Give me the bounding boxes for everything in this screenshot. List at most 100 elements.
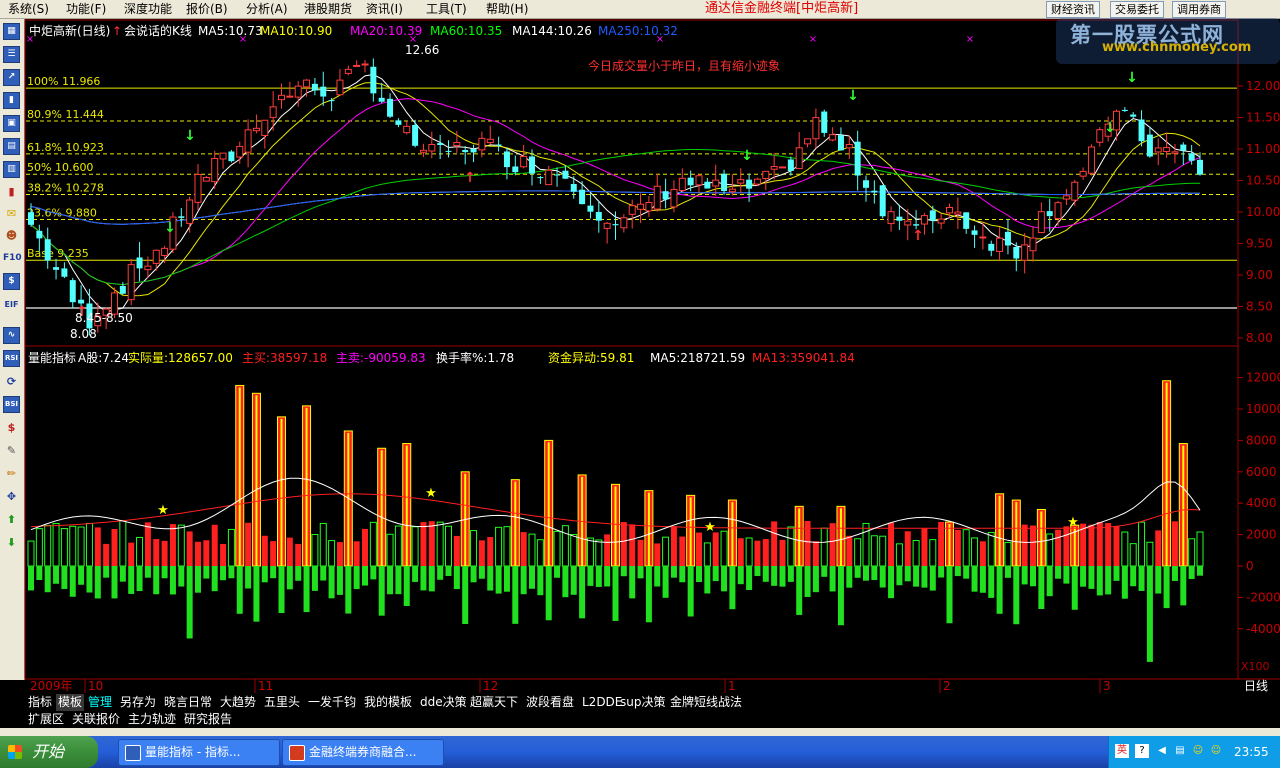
volume-bar <box>44 524 52 567</box>
tab-save-as[interactable]: 另存为 <box>120 694 156 711</box>
candle-body-down <box>579 189 586 205</box>
volume-bar <box>737 538 744 566</box>
price-tick-label: 10.00 <box>1246 205 1280 219</box>
tab-main-track[interactable]: 主力轨迹 <box>128 711 176 728</box>
tab-manage[interactable]: 管理 <box>88 694 112 711</box>
tab-trend[interactable]: 大趋势 <box>220 694 256 711</box>
volume-bar-core <box>647 492 650 566</box>
sell-volume-bar <box>737 566 744 585</box>
chart-canvas[interactable]: 100% 11.966 80.9% 11.444 61.8% 10.923 50% 1… <box>0 0 1280 768</box>
speaker-icon[interactable]: ◀ <box>1155 744 1169 758</box>
tab-template[interactable]: 模板 <box>56 694 85 711</box>
candle-body-down <box>311 83 318 91</box>
a-share-label: A股:7.24 <box>78 351 129 365</box>
main-buy-label: 主买:38597.18 <box>242 351 327 365</box>
candle-body-down <box>437 143 444 145</box>
volume-bar <box>186 531 193 566</box>
tab-related-quote[interactable]: 关联报价 <box>72 711 120 728</box>
candle-body-down <box>1004 231 1011 246</box>
candle-body-up <box>795 147 803 170</box>
volume-bar-core <box>547 442 550 566</box>
volume-tick-label: -2000 <box>1246 590 1280 604</box>
input-method-icon[interactable]: 英 <box>1115 744 1129 758</box>
candle-body-down <box>495 144 502 146</box>
candle-body-up <box>1062 195 1070 200</box>
tab-five-mile[interactable]: 五里头 <box>264 694 300 711</box>
sell-volume-bar <box>779 566 786 587</box>
candle-body-down <box>704 181 711 189</box>
candle-body-up <box>845 143 853 149</box>
candle-body-down <box>687 177 694 186</box>
sell-volume-bar <box>579 566 586 619</box>
tab-daily[interactable]: 晓言日常 <box>164 694 212 711</box>
volume-bar-core <box>839 508 842 566</box>
tab-extension[interactable]: 扩展区 <box>28 711 64 728</box>
month-label: 2 <box>943 679 951 693</box>
candle-body-down <box>1188 153 1195 161</box>
sell-volume-bar <box>44 566 51 593</box>
candle-body-up <box>1071 181 1079 201</box>
sell-volume-bar <box>1071 566 1078 610</box>
candle-body-down <box>537 177 544 179</box>
candle-body-down <box>503 151 510 168</box>
volume-bar <box>445 525 452 567</box>
sell-volume-bar <box>78 566 85 585</box>
candle-body-up <box>336 79 344 96</box>
candle-body-up <box>186 199 194 224</box>
candle-body-down <box>512 166 519 173</box>
sell-volume-bar <box>545 566 552 621</box>
help-icon[interactable]: ? <box>1135 744 1149 758</box>
fib-label: 100% 11.966 <box>27 75 100 88</box>
sell-volume-bar <box>971 566 978 592</box>
volume-bar <box>27 540 35 567</box>
tab-wave[interactable]: 波段看盘 <box>526 694 574 711</box>
volume-bar <box>195 541 201 566</box>
tab-indicator[interactable]: 指标 <box>28 694 52 711</box>
candle-body-down <box>562 170 569 179</box>
sell-volume-bar <box>353 566 360 590</box>
tab-research[interactable]: 研究报告 <box>184 711 232 728</box>
tab-sup-decision[interactable]: sup决策 <box>620 694 665 711</box>
sell-volume-bar <box>412 566 419 582</box>
price-axis: 12.00 11.50 11.00 10.50 10.00 9.50 9.00 8.50 8.0… <box>1238 79 1280 345</box>
candle-body-down <box>69 280 76 303</box>
candle-body-up <box>628 205 636 215</box>
qq-alt-icon[interactable]: ☺ <box>1209 744 1223 758</box>
candle-body-up <box>419 149 427 153</box>
volume-bar <box>428 521 435 566</box>
volume-bar <box>362 528 368 566</box>
qq-icon[interactable]: ☺ <box>1191 744 1205 758</box>
candle-body-down <box>787 159 794 171</box>
tab-gold-short[interactable]: 金牌短线战法 <box>670 694 742 711</box>
taskbar-window-terminal[interactable]: 金融终端券商融合... <box>282 739 444 766</box>
sell-volume-bar <box>195 566 201 593</box>
tab-dde-decision[interactable]: dde决策 <box>420 694 467 711</box>
tab-my-template[interactable]: 我的模板 <box>364 694 412 711</box>
status-strip <box>0 728 1280 736</box>
tab-l2dde[interactable]: L2DDE <box>582 694 622 711</box>
volume-bar <box>679 536 686 566</box>
taskbar: 开始 量能指标 - 指标... 金融终端券商融合... 英 ? ◀ ▤ ☺ ☺ … <box>0 736 1280 768</box>
taskbar-window-indicator[interactable]: 量能指标 - 指标... <box>118 739 280 766</box>
date-axis: 2009年 10 11 12 1 2 3 日线 <box>30 679 1268 693</box>
candle-body-down <box>44 239 51 261</box>
tab-super-win[interactable]: 超赢天下 <box>470 694 518 711</box>
candle-body-down <box>554 174 561 176</box>
start-label: 开始 <box>32 742 65 761</box>
network-icon[interactable]: ▤ <box>1173 744 1187 758</box>
cross-marker-icon: × <box>809 34 817 45</box>
tab-critical[interactable]: 一发千钧 <box>308 694 356 711</box>
month-label: 12 <box>483 679 498 693</box>
volume-bar <box>103 543 110 566</box>
candle-body-up <box>695 175 703 186</box>
volume-tick-label: 12000 <box>1246 371 1280 385</box>
sell-signal-arrow-icon: ↑ <box>464 170 476 186</box>
volume-bar <box>161 540 168 566</box>
start-button[interactable]: 开始 <box>0 736 98 768</box>
candle-body-up <box>812 117 820 140</box>
volume-bar-core <box>1073 527 1076 566</box>
volume-bar <box>1063 526 1070 566</box>
price-tick-label: 8.00 <box>1246 331 1273 345</box>
candle-body-down <box>929 210 936 221</box>
sell-volume-bar <box>53 566 60 584</box>
